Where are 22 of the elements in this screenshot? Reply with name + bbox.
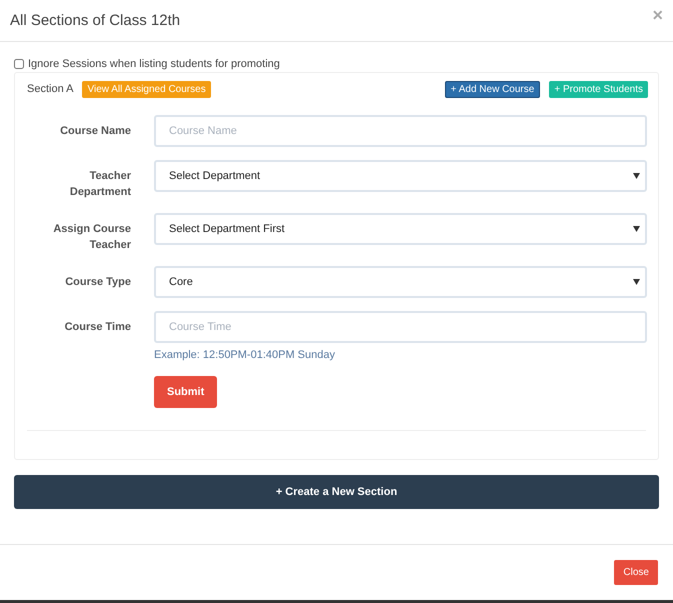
modal-title: All Sections of Class 12th xyxy=(10,12,180,29)
submit-button[interactable]: Submit xyxy=(154,376,218,408)
create-section-button[interactable]: + Create a New Section xyxy=(14,475,659,509)
caret-icon xyxy=(633,279,640,285)
input-field[interactable]: Course Name xyxy=(154,115,647,147)
ignore-sessions-checkbox[interactable] xyxy=(14,59,24,69)
caret-icon xyxy=(633,226,640,232)
close-button[interactable]: Close xyxy=(614,560,658,585)
dropdown-field[interactable]: Select Department xyxy=(154,160,647,192)
field-label: Course Name xyxy=(59,124,131,139)
caret-icon xyxy=(633,173,640,179)
section-name: Section A xyxy=(27,83,74,95)
dropdown-field[interactable]: Core xyxy=(154,266,647,298)
field-label: Teacher Department xyxy=(68,169,131,200)
field-label: Course Time xyxy=(64,320,131,335)
input-field[interactable]: Course Time xyxy=(154,311,647,343)
help-text: Example: 12:50PM-01:40PM Sunday xyxy=(154,349,336,361)
add-course-button[interactable]: + Add New Course xyxy=(444,80,540,98)
field-label: Assign Course Teacher xyxy=(52,222,131,253)
dropdown-field[interactable]: Select Department First xyxy=(154,213,647,245)
field-label: Course Type xyxy=(64,275,131,290)
checkbox-label: Ignore Sessions when listing students for promoting xyxy=(28,58,280,70)
